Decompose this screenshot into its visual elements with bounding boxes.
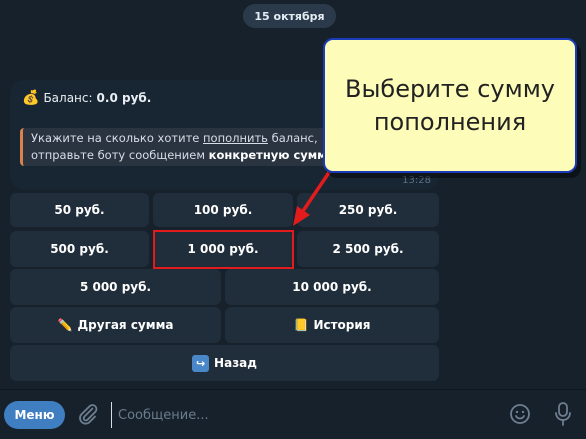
paperclip-icon[interactable]: [76, 402, 100, 426]
topup-link[interactable]: пополнить: [203, 131, 268, 145]
date-separator: 15 октября: [243, 4, 336, 28]
amount-10000-label: 10 000 руб.: [292, 280, 372, 294]
amount-100-button[interactable]: 100 руб.: [153, 193, 293, 227]
notebook-icon: 📒: [293, 318, 309, 332]
amount-50-button[interactable]: 50 руб.: [10, 193, 149, 227]
smile-icon[interactable]: [508, 402, 532, 426]
balance-value: 0.0 руб.: [96, 91, 152, 105]
menu-label: Меню: [14, 408, 55, 422]
message-input-bar: Меню: [0, 389, 586, 439]
amount-1000-label: 1 000 руб.: [187, 242, 259, 256]
amount-2500-button[interactable]: 2 500 руб.: [297, 231, 439, 267]
amount-250-label: 250 руб.: [338, 203, 398, 217]
other-amount-button[interactable]: ✏️ Другая сумма: [10, 307, 221, 343]
quote-line-2-bold: конкретную сумм: [208, 148, 327, 162]
history-button[interactable]: 📒 История: [225, 307, 439, 343]
callout-text: Выберите сумму пополнения: [345, 74, 555, 136]
other-amount-label: Другая сумма: [77, 318, 174, 332]
callout-box: Выберите сумму пополнения: [323, 38, 577, 173]
amount-5000-button[interactable]: 5 000 руб.: [10, 269, 221, 305]
balance-line: 💰 Баланс: 0.0 руб.: [22, 90, 151, 106]
instruction-quote: Укажите на сколько хотите пополнить бала…: [20, 128, 360, 166]
amount-250-button[interactable]: 250 руб.: [297, 193, 439, 227]
date-label: 15 октября: [254, 9, 325, 23]
message-time: 13:28: [402, 175, 431, 186]
quote-line-1-suffix: баланс,: [267, 131, 318, 145]
quote-line-1: Укажите на сколько хотите пополнить бала…: [31, 130, 352, 147]
back-arrow-icon: ↪: [192, 354, 210, 372]
quote-line-1-prefix: Укажите на сколько хотите: [31, 131, 204, 145]
back-button[interactable]: ↪ Назад: [10, 345, 439, 381]
message-input[interactable]: [111, 402, 491, 428]
amount-5000-label: 5 000 руб.: [79, 280, 152, 294]
back-label: Назад: [214, 356, 257, 370]
money-bag-icon: 💰: [22, 90, 40, 106]
menu-button[interactable]: Меню: [4, 401, 65, 429]
amount-50-label: 50 руб.: [54, 203, 105, 217]
quote-line-2-prefix: отправьте боту сообщением: [31, 148, 209, 162]
amount-2500-label: 2 500 руб.: [332, 242, 404, 256]
quote-line-2: отправьте боту сообщением конкретную сум…: [31, 147, 352, 164]
balance-label: Баланс:: [43, 91, 93, 105]
amount-500-button[interactable]: 500 руб.: [10, 231, 149, 267]
amount-10000-button[interactable]: 10 000 руб.: [225, 269, 439, 305]
amount-100-label: 100 руб.: [193, 203, 253, 217]
history-label: История: [313, 318, 371, 332]
amount-1000-button[interactable]: 1 000 руб.: [153, 231, 293, 267]
amount-500-label: 500 руб.: [50, 242, 109, 256]
microphone-icon[interactable]: [551, 401, 575, 427]
pencil-icon: ✏️: [57, 318, 73, 332]
